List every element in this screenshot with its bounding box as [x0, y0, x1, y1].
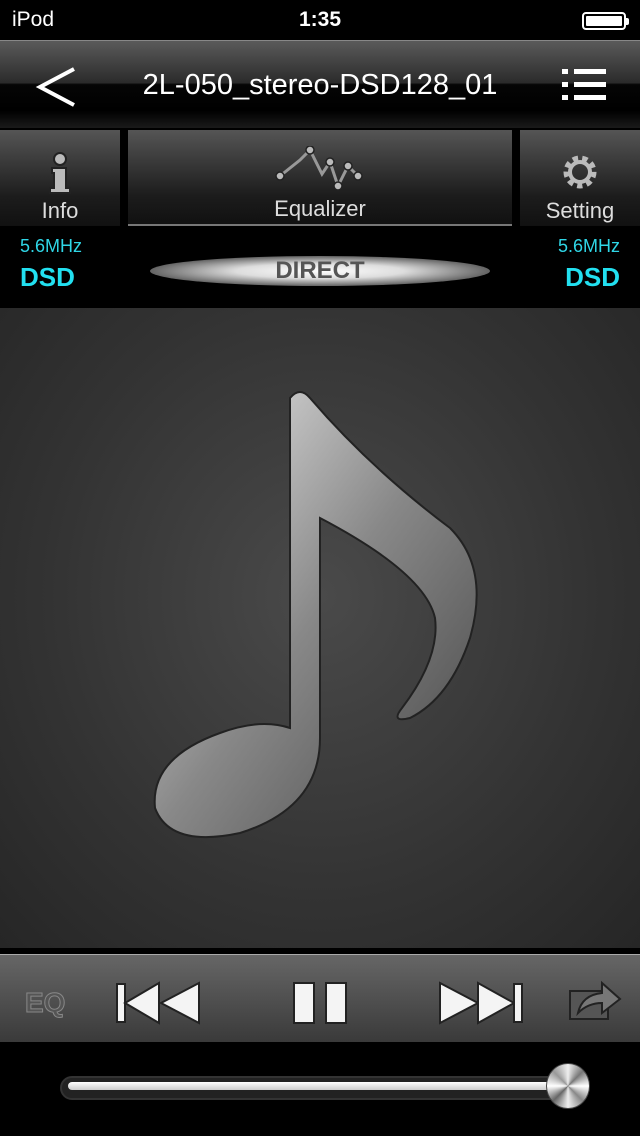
slider-thumb[interactable] [546, 1063, 590, 1109]
tab-label: Setting [545, 198, 615, 223]
left-frequency: 5.6MHz [20, 236, 83, 256]
status-bar: iPod 1:35 [0, 0, 640, 40]
tab-equalizer[interactable]: Equalizer [128, 130, 512, 226]
info-icon [49, 152, 71, 194]
nav-bar: 2L-050_stereo-DSD128_01 [0, 40, 640, 128]
share-button[interactable] [568, 975, 622, 1023]
format-info: 5.6MHz DSD DIRECT 5.6MHz DSD [0, 226, 640, 306]
right-format: DSD [565, 262, 620, 292]
skip-previous-button[interactable] [115, 981, 201, 1025]
left-format: DSD [20, 262, 75, 292]
tab-bar: Info Equalizer Setting [0, 130, 640, 226]
clock: 1:35 [298, 8, 342, 31]
equalizer-wave-icon [275, 146, 363, 191]
direct-mode-indicator: DIRECT [150, 256, 490, 286]
pause-button[interactable] [292, 981, 348, 1025]
music-note-icon [153, 391, 478, 839]
album-artwork [0, 308, 640, 948]
tab-label: Info [41, 198, 79, 223]
skip-next-button[interactable] [438, 981, 524, 1025]
gear-icon [563, 155, 597, 189]
right-frequency: 5.6MHz [557, 236, 620, 256]
slider-fill [68, 1082, 554, 1090]
back-button[interactable] [34, 65, 78, 109]
track-title: 2L-050_stereo-DSD128_01 [142, 69, 498, 101]
tab-label: Equalizer [274, 196, 366, 221]
list-button[interactable] [560, 67, 610, 103]
playback-controls: EQ [0, 954, 640, 1042]
progress-slider[interactable] [60, 1063, 590, 1109]
eq-button[interactable]: EQ [24, 987, 65, 1019]
tab-info[interactable]: Info [0, 130, 120, 226]
tab-setting[interactable]: Setting [520, 130, 640, 226]
battery-icon [582, 12, 629, 30]
